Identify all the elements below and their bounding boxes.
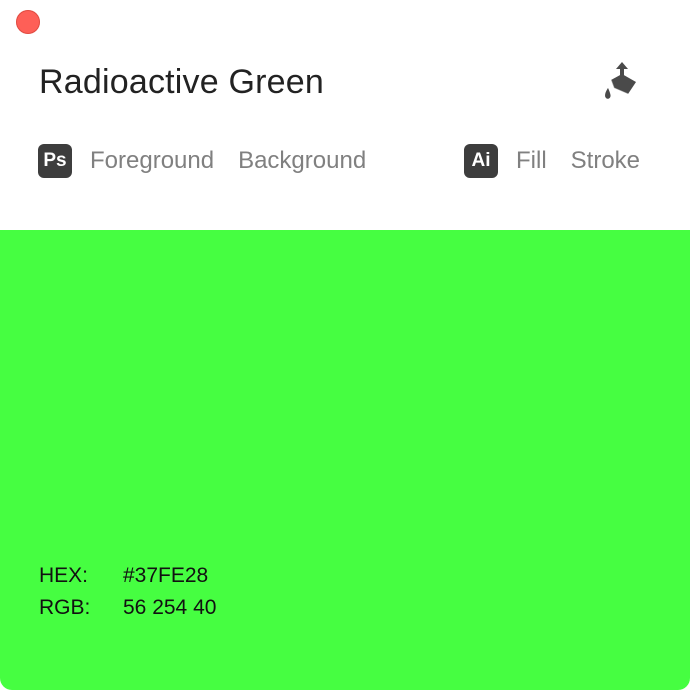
color-values: HEX: #37FE28 RGB: 56 254 40 [39, 560, 216, 624]
color-swatch: HEX: #37FE28 RGB: 56 254 40 [0, 230, 690, 690]
rgb-value[interactable]: 56 254 40 [123, 592, 216, 624]
hex-value[interactable]: #37FE28 [123, 560, 208, 592]
foreground-button[interactable]: Foreground [90, 142, 214, 180]
color-window: Radioactive Green Ps Foreground Backgrou… [0, 0, 690, 690]
illustrator-icon: Ai [464, 144, 498, 178]
photoshop-icon: Ps [38, 144, 72, 178]
stroke-button[interactable]: Stroke [571, 142, 640, 180]
hex-row: HEX: #37FE28 [39, 560, 216, 592]
fill-button[interactable]: Fill [516, 142, 547, 180]
color-name-title: Radioactive Green [39, 63, 324, 101]
paint-bucket-export-icon[interactable] [600, 58, 644, 102]
rgb-row: RGB: 56 254 40 [39, 592, 216, 624]
close-button[interactable] [16, 10, 40, 34]
hex-label: HEX: [39, 564, 89, 587]
illustrator-row: Ai Fill Stroke [464, 142, 640, 180]
photoshop-row: Ps Foreground Background [38, 142, 366, 180]
rgb-label: RGB: [39, 596, 91, 619]
background-button[interactable]: Background [238, 142, 366, 180]
